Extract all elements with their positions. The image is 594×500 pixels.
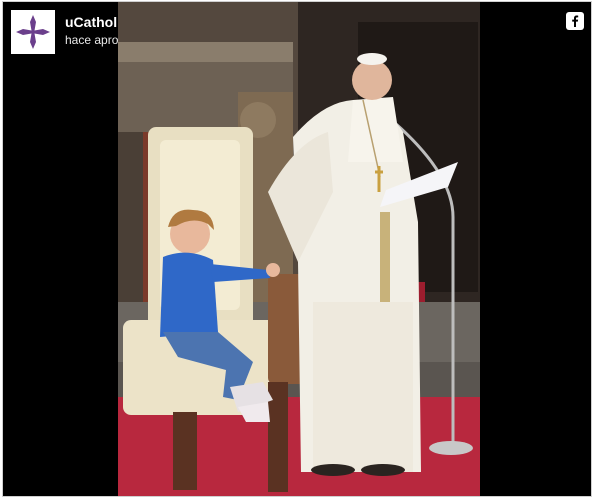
- facebook-icon[interactable]: [566, 12, 584, 30]
- photo-scene: [118, 2, 480, 496]
- account-avatar[interactable]: [11, 10, 55, 54]
- post-photo[interactable]: [118, 2, 480, 496]
- purple-cross-icon: [11, 10, 55, 54]
- embedded-post: uCatholic hace aproximadamente una seman…: [2, 1, 592, 497]
